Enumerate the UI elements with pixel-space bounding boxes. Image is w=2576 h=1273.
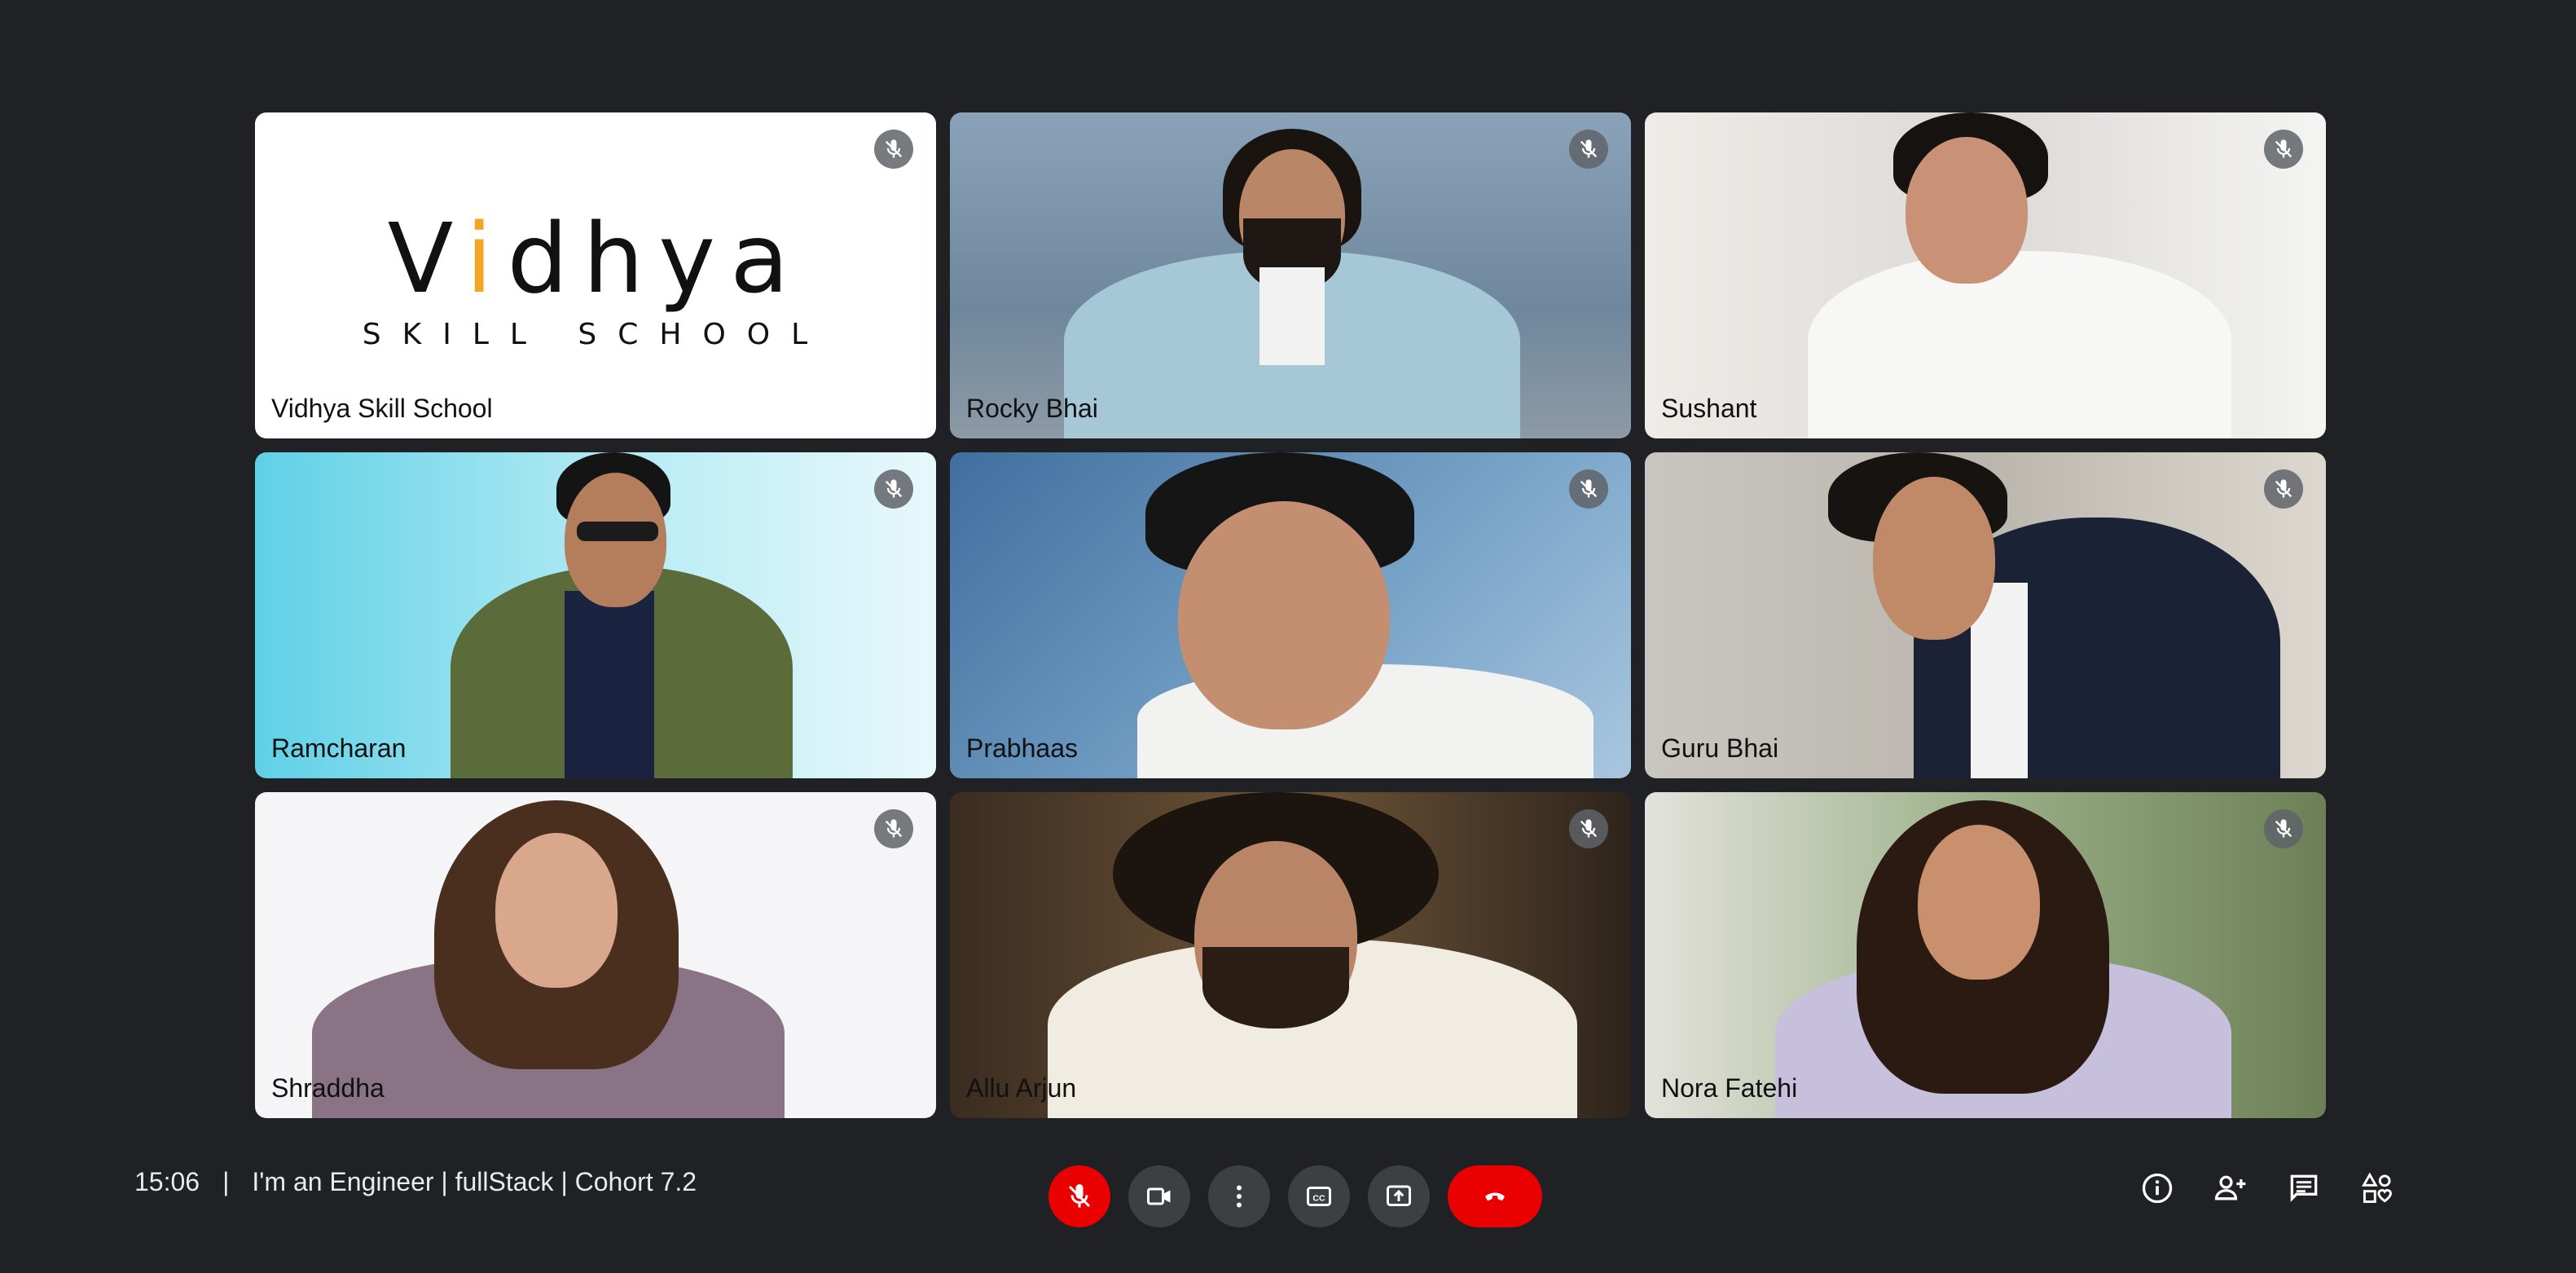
participant-video (950, 112, 1631, 438)
more-vert-icon (1237, 1185, 1242, 1208)
participant-video (950, 452, 1631, 778)
participant-tile-ramcharan[interactable]: Ramcharan (255, 452, 936, 778)
participant-video (255, 792, 936, 1118)
mic-off-icon (1569, 809, 1608, 848)
mic-off-icon (874, 809, 913, 848)
participant-video (1645, 792, 2326, 1118)
activities-button[interactable] (2354, 1165, 2400, 1211)
participant-video (1645, 452, 2326, 778)
participant-video (950, 792, 1631, 1118)
side-panel-controls (2134, 1165, 2400, 1211)
vidhya-logo: Vidhya SKILL SCHOOL (362, 202, 829, 351)
participant-name: Vidhya Skill School (271, 394, 493, 423)
mic-off-icon (1569, 469, 1608, 509)
end-call-icon (1485, 1192, 1505, 1201)
mic-off-icon (874, 130, 913, 169)
participant-name: Shraddha (271, 1073, 385, 1103)
participant-tile-guru[interactable]: Guru Bhai (1645, 452, 2326, 778)
mic-off-icon (1068, 1184, 1091, 1208)
mic-off-icon (2264, 130, 2303, 169)
camera-button[interactable] (1128, 1165, 1190, 1227)
participant-tile-vidhya[interactable]: Vidhya SKILL SCHOOL Vidhya Skill School (255, 112, 936, 438)
add-people-icon (2214, 1175, 2246, 1200)
info-icon (2142, 1173, 2173, 1204)
participant-tile-rocky[interactable]: Rocky Bhai (950, 112, 1631, 438)
call-controls: CC (1048, 1165, 1542, 1227)
participant-tile-prabhaas[interactable]: Prabhaas (950, 452, 1631, 778)
participant-tile-sushant[interactable]: Sushant (1645, 112, 2326, 438)
mic-off-button[interactable] (1048, 1165, 1110, 1227)
meeting-title: I'm an Engineer | fullStack | Cohort 7.2 (252, 1167, 697, 1196)
present-button[interactable] (1368, 1165, 1430, 1227)
participant-name: Rocky Bhai (966, 394, 1098, 423)
meeting-details: 15:06 | I'm an Engineer | fullStack | Coho… (134, 1167, 697, 1197)
activities-icon (2361, 1172, 2392, 1203)
mic-off-icon (874, 469, 913, 509)
participant-name: Sushant (1661, 394, 1757, 423)
svg-text:CC: CC (1312, 1193, 1325, 1203)
meeting-time: 15:06 (134, 1167, 200, 1196)
participant-video (255, 452, 936, 778)
participant-name[interactable]: Allu Arjun (966, 1073, 1076, 1103)
participant-video (1645, 112, 2326, 438)
separator: | (222, 1167, 230, 1196)
participant-name: Guru Bhai (1661, 733, 1779, 763)
chat-icon (2290, 1174, 2318, 1202)
captions-button[interactable]: CC (1288, 1165, 1350, 1227)
chat-button[interactable] (2281, 1165, 2327, 1211)
captions-icon: CC (1307, 1187, 1331, 1206)
participant-name: Ramcharan (271, 733, 407, 763)
participant-grid: Vidhya SKILL SCHOOL Vidhya Skill School … (255, 112, 2326, 1118)
end-call-button[interactable] (1448, 1165, 1542, 1227)
participant-name: Nora Fatehi (1661, 1073, 1798, 1103)
present-icon (1387, 1185, 1411, 1206)
mic-off-icon (2264, 809, 2303, 848)
participant-name: Prabhaas (966, 733, 1078, 763)
mic-off-icon (1569, 130, 1608, 169)
camera-icon (1147, 1187, 1171, 1205)
mic-off-icon (2264, 469, 2303, 509)
people-button[interactable] (2208, 1165, 2253, 1211)
meeting-info-button[interactable] (2134, 1165, 2180, 1211)
participant-tile-allu[interactable]: Allu Arjun (950, 792, 1631, 1118)
more-options-button[interactable] (1208, 1165, 1270, 1227)
participant-tile-shraddha[interactable]: Shraddha (255, 792, 936, 1118)
participant-tile-nora[interactable]: Nora Fatehi (1645, 792, 2326, 1118)
